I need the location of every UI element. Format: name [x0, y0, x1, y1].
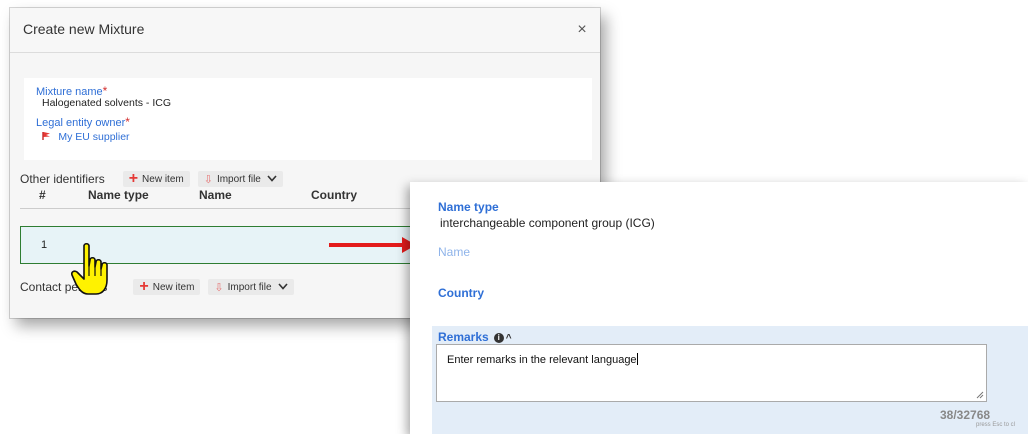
contact-persons-toolbar: Contact persons + New item ⇩ Import file	[20, 278, 302, 296]
other-identifiers-toolbar: Other identifiers + New item ⇩ Import fi…	[20, 170, 291, 188]
column-header-number[interactable]: #	[39, 188, 46, 202]
mixture-name-value[interactable]: Halogenated solvents - ICG	[42, 97, 171, 109]
column-header-name-type[interactable]: Name type	[88, 188, 149, 202]
text-cursor	[636, 353, 638, 365]
import-file-button[interactable]: ⇩ Import file	[197, 171, 283, 187]
dialog-title: Create new Mixture	[23, 21, 145, 37]
required-mark: *	[125, 115, 130, 129]
remarks-textarea[interactable]: Enter remarks in the relevant language	[436, 344, 987, 402]
plus-icon: +	[128, 170, 139, 187]
row-number: 1	[41, 239, 48, 251]
chevron-down-icon	[277, 282, 288, 293]
country-label: Country	[438, 286, 484, 300]
import-file-icon: ⇩	[214, 281, 224, 294]
remarks-text: Enter remarks in the relevant language	[447, 354, 637, 366]
new-item-label: New item	[152, 281, 195, 293]
mixture-name-field-label: Mixture name*	[36, 84, 107, 98]
column-header-country[interactable]: Country	[311, 188, 357, 202]
legal-entity-value-row[interactable]: My EU supplier	[42, 129, 130, 143]
legal-entity-label: Legal entity owner	[36, 117, 126, 129]
name-type-label: Name type	[438, 200, 499, 214]
remarks-label-row: Remarks i ^	[438, 330, 512, 344]
new-item-button[interactable]: + New item	[122, 170, 190, 187]
remarks-label: Remarks	[438, 330, 489, 344]
name-label: Name	[438, 245, 471, 259]
other-identifiers-label: Other identifiers	[20, 172, 105, 186]
escape-hint: press Esc to cl	[976, 422, 1016, 428]
remarks-section: Remarks i ^ Enter remarks in the relevant …	[432, 326, 1028, 434]
new-item-label: New item	[142, 173, 184, 185]
red-arrow-shaft	[329, 243, 404, 247]
legal-entity-field-label: Legal entity owner*	[36, 115, 130, 129]
resize-grip-icon[interactable]	[976, 391, 984, 399]
hand-pointer-icon	[70, 242, 116, 300]
import-file-icon: ⇩	[203, 173, 213, 186]
identifier-detail-panel: Name type interchangeable component grou…	[410, 182, 1028, 434]
caret-up-icon[interactable]: ^	[506, 333, 512, 344]
info-icon[interactable]: i	[493, 333, 504, 343]
mixture-form: Mixture name* Halogenated solvents - ICG…	[24, 78, 592, 160]
plus-icon: +	[139, 278, 149, 295]
import-file-label: Import file	[216, 173, 261, 185]
flag-icon	[42, 129, 55, 143]
name-type-value[interactable]: interchangeable component group (ICG)	[440, 216, 655, 230]
character-counter: 38/32768	[940, 408, 991, 422]
chevron-down-icon	[267, 174, 277, 185]
import-file-label: Import file	[227, 281, 272, 293]
required-mark: *	[102, 84, 108, 98]
new-item-button[interactable]: + New item	[133, 278, 201, 295]
dialog-header: Create new Mixture ×	[10, 8, 600, 53]
import-file-button[interactable]: ⇩ Import file	[208, 279, 294, 295]
close-icon[interactable]: ×	[574, 22, 590, 38]
column-header-name[interactable]: Name	[199, 188, 232, 202]
legal-entity-value: My EU supplier	[58, 131, 130, 143]
